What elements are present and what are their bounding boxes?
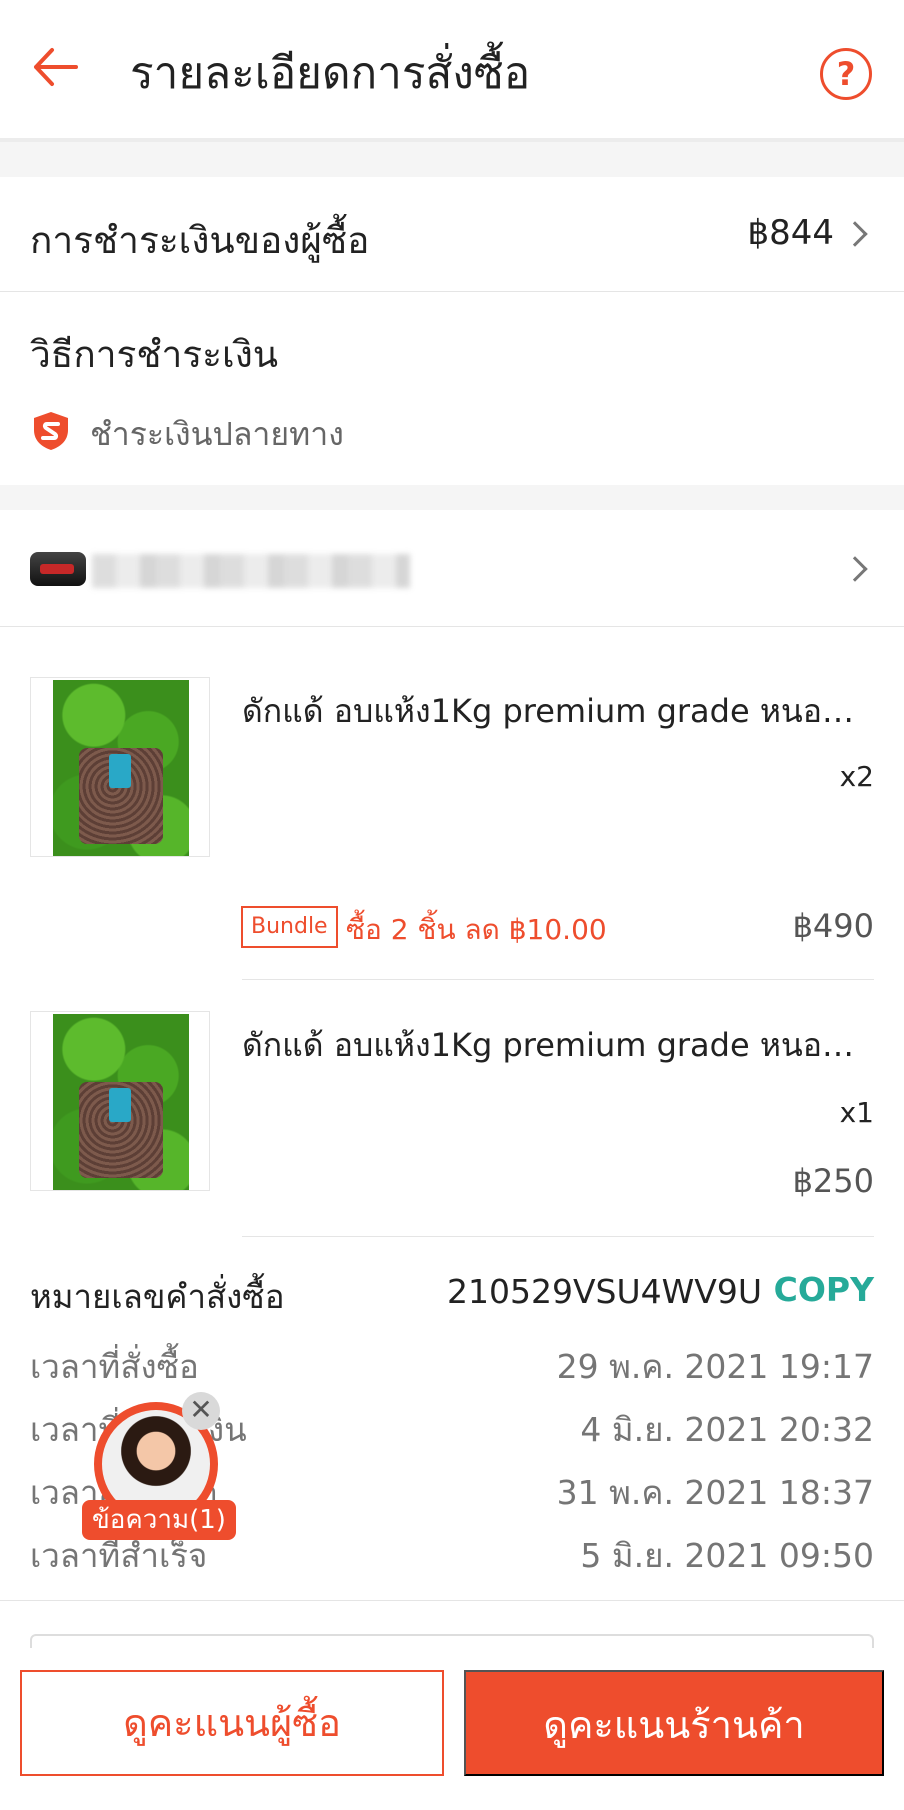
order-id-value: 210529VSU4WV9U xyxy=(447,1272,762,1311)
payment-section: การชำระเงินของผู้ซื้อ ฿844 วิธีการชำระเง… xyxy=(0,177,904,485)
section-divider xyxy=(0,1600,904,1601)
chat-badge[interactable]: ข้อความ(1) xyxy=(82,1500,236,1540)
product-price: ฿490 xyxy=(792,907,874,945)
product-name[interactable]: ดักแด้ อบแห้ง1Kg premium grade หนอน... xyxy=(242,1020,874,1071)
help-icon[interactable]: ? xyxy=(820,48,872,100)
shop-row[interactable] xyxy=(0,510,904,627)
close-icon[interactable]: ✕ xyxy=(182,1392,220,1430)
chevron-right-icon xyxy=(842,221,868,247)
complete-time-value: 5 มิ.ย. 2021 09:50 xyxy=(580,1536,874,1575)
page-title: รายละเอียดการสั่งซื้อ xyxy=(130,48,531,99)
payment-method-label: วิธีการชำระเงิน xyxy=(30,333,279,376)
shield-icon xyxy=(30,410,72,452)
ship-time-value: 31 พ.ค. 2021 18:37 xyxy=(556,1473,874,1512)
order-time-label: เวลาที่สั่งซื้อ xyxy=(30,1347,199,1386)
bottom-action-bar: ดูคะแนนผู้ซื้อ ดูคะแนนร้านค้า xyxy=(0,1648,904,1810)
product-qty: x2 xyxy=(839,760,874,793)
shop-avatar xyxy=(30,552,86,586)
back-arrow-icon[interactable] xyxy=(28,40,82,94)
copy-button[interactable]: COPY xyxy=(774,1270,874,1309)
view-buyer-rating-button[interactable]: ดูคะแนนผู้ซื้อ xyxy=(20,1670,444,1776)
shop-name-redacted xyxy=(92,554,410,588)
product-image[interactable] xyxy=(30,677,210,857)
order-id-label: หมายเลขคำสั่งซื้อ xyxy=(30,1277,285,1316)
item-divider xyxy=(242,979,874,980)
bundle-discount-text: ซื้อ 2 ชิ้น ลด ฿10.00 xyxy=(346,913,607,946)
payment-method-value: ชำระเงินปลายทาง xyxy=(90,415,344,453)
bundle-tag: Bundle xyxy=(241,906,338,948)
chat-widget[interactable]: ✕ ข้อความ(1) xyxy=(82,1392,242,1544)
buyer-payment-amount: ฿844 xyxy=(747,213,834,253)
product-image[interactable] xyxy=(30,1011,210,1191)
buyer-payment-label: การชำระเงินของผู้ซื้อ xyxy=(30,219,370,262)
payment-time-value: 4 มิ.ย. 2021 20:32 xyxy=(580,1410,874,1449)
product-price: ฿250 xyxy=(792,1162,874,1200)
view-shop-rating-button[interactable]: ดูคะแนนร้านค้า xyxy=(464,1670,884,1776)
product-qty: x1 xyxy=(839,1096,874,1129)
buyer-payment-row[interactable]: การชำระเงินของผู้ซื้อ ฿844 xyxy=(0,177,904,292)
header: รายละเอียดการสั่งซื้อ ? xyxy=(0,0,904,142)
info-divider xyxy=(242,1236,874,1237)
product-name[interactable]: ดักแด้ อบแห้ง1Kg premium grade หนอน... xyxy=(242,686,874,737)
chevron-right-icon xyxy=(842,556,868,582)
order-time-value: 29 พ.ค. 2021 19:17 xyxy=(556,1347,874,1386)
